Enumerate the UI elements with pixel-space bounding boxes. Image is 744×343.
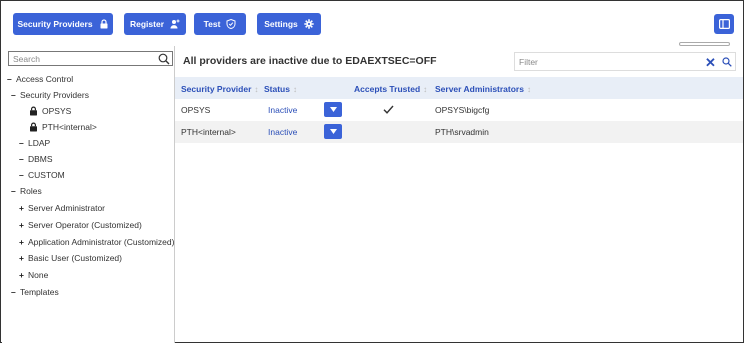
tree-label: Security Providers (20, 90, 89, 100)
tree-label: Access Control (16, 74, 74, 84)
provider-cell: OPSYS (181, 105, 211, 115)
column-label: Server Administrators (435, 84, 524, 94)
sort-icon[interactable]: ↕ (423, 85, 427, 94)
register-button[interactable]: Register (124, 13, 186, 35)
tree-item-opsys[interactable]: OPSYS (29, 106, 71, 116)
provider-cell: PTH<internal> (181, 127, 236, 137)
expand-icon[interactable]: + (19, 203, 28, 213)
gear-icon (304, 19, 314, 29)
sort-icon[interactable]: ↕ (293, 85, 297, 94)
tree-label: LDAP (28, 138, 51, 148)
app-window: Security Providers Register Test Setting… (0, 0, 744, 343)
filter-placeholder: Filter (519, 57, 538, 67)
collapse-icon[interactable]: – (11, 90, 20, 100)
column-status[interactable]: Status ↕ (264, 84, 297, 94)
table-row[interactable]: OPSYS Inactive OPSYS\bigcfg (175, 99, 743, 121)
filter-input[interactable]: Filter ✕ (514, 52, 736, 71)
tree-item-custom[interactable]: – CUSTOM (19, 170, 65, 180)
collapse-icon[interactable]: – (19, 154, 28, 164)
collapse-icon[interactable]: – (11, 186, 20, 196)
table-row[interactable]: PTH<internal> Inactive PTH\srvadmin (175, 121, 743, 143)
add-user-icon (170, 19, 180, 29)
collapse-icon[interactable]: – (19, 138, 28, 148)
tree-item-roles[interactable]: – Roles (11, 186, 42, 196)
collapse-icon[interactable]: – (7, 74, 16, 84)
tree-item-basic-user[interactable]: + Basic User (Customized) (19, 253, 122, 263)
panel-toggle-button[interactable] (714, 14, 734, 34)
tree-item-dbms[interactable]: – DBMS (19, 154, 53, 164)
expand-icon[interactable]: + (19, 270, 28, 280)
tree-label: Application Administrator (Customized) (28, 237, 175, 247)
tree-label: OPSYS (42, 106, 72, 116)
tree-item-templates[interactable]: – Templates (11, 287, 59, 297)
security-providers-button[interactable]: Security Providers (13, 13, 113, 35)
column-security-provider[interactable]: Security Provider ↕ (181, 84, 258, 94)
tree-item-server-administrator[interactable]: + Server Administrator (19, 203, 105, 213)
search-placeholder: Search (13, 54, 40, 64)
tree-label: None (28, 270, 49, 280)
clear-filter-icon[interactable]: ✕ (705, 55, 716, 71)
collapse-icon[interactable]: – (19, 170, 28, 180)
lock-icon (30, 106, 37, 116)
search-icon[interactable] (158, 53, 170, 65)
status-cell[interactable]: Inactive (268, 127, 297, 137)
security-providers-label: Security Providers (17, 19, 93, 29)
settings-button[interactable]: Settings (257, 13, 321, 35)
shield-check-icon (226, 19, 236, 29)
tree-item-security-providers[interactable]: – Security Providers (11, 90, 89, 100)
column-label: Status (264, 84, 290, 94)
tree-item-access-control[interactable]: – Access Control (7, 74, 73, 84)
status-cell[interactable]: Inactive (268, 105, 297, 115)
check-icon (383, 105, 394, 114)
settings-label: Settings (264, 19, 298, 29)
navigation-panel: Search – Access Control – Security Provi… (2, 46, 175, 343)
test-button[interactable]: Test (194, 13, 246, 35)
sidebar-toggle-icon (718, 19, 730, 29)
table-header: Security Provider ↕ Status ↕ Accepts Trust… (175, 77, 743, 99)
admins-cell: OPSYS\bigcfg (435, 105, 490, 115)
lock-icon (30, 122, 37, 132)
expand-icon[interactable]: + (19, 253, 28, 263)
expand-icon[interactable]: + (19, 237, 28, 247)
sort-icon[interactable]: ↕ (254, 85, 258, 94)
tree-label: Server Operator (Customized) (28, 220, 142, 230)
lock-icon (100, 19, 108, 29)
tree-label: Roles (20, 186, 42, 196)
column-label: Security Provider (181, 84, 252, 94)
tree-item-none[interactable]: + None (19, 270, 48, 280)
column-label: Accepts Trusted (354, 84, 421, 94)
status-message: All providers are inactive due to EDAEXT… (183, 55, 437, 67)
tree-item-server-operator[interactable]: + Server Operator (Customized) (19, 220, 142, 230)
column-accepts-trusted[interactable]: Accepts Trusted ↕ (354, 84, 427, 94)
register-label: Register (129, 19, 164, 29)
tree-item-pth-internal[interactable]: PTH<internal> (29, 122, 97, 132)
chevron-down-icon (329, 107, 337, 112)
tree-item-ldap[interactable]: – LDAP (19, 138, 50, 148)
tree-label: DBMS (28, 154, 53, 164)
tree-label: Basic User (Customized) (28, 253, 122, 263)
expand-icon[interactable]: + (19, 220, 28, 230)
status-dropdown-button[interactable] (324, 102, 342, 117)
test-label: Test (203, 19, 221, 29)
column-server-administrators[interactable]: Server Administrators ↕ (435, 84, 531, 94)
collapse-icon[interactable]: – (11, 287, 20, 297)
admins-cell: PTH\srvadmin (435, 127, 489, 137)
resize-handle[interactable] (679, 42, 730, 46)
sort-icon[interactable]: ↕ (527, 85, 531, 94)
chevron-down-icon (329, 129, 337, 134)
tree-item-application-administrator[interactable]: + Application Administrator (Customized) (19, 237, 174, 247)
search-icon[interactable] (722, 57, 732, 67)
search-input[interactable]: Search (8, 51, 173, 66)
tree-label: Templates (20, 287, 59, 297)
tree-label: CUSTOM (28, 170, 65, 180)
tree-label: PTH<internal> (42, 122, 97, 132)
tree-label: Server Administrator (28, 203, 105, 213)
status-dropdown-button[interactable] (324, 124, 342, 139)
